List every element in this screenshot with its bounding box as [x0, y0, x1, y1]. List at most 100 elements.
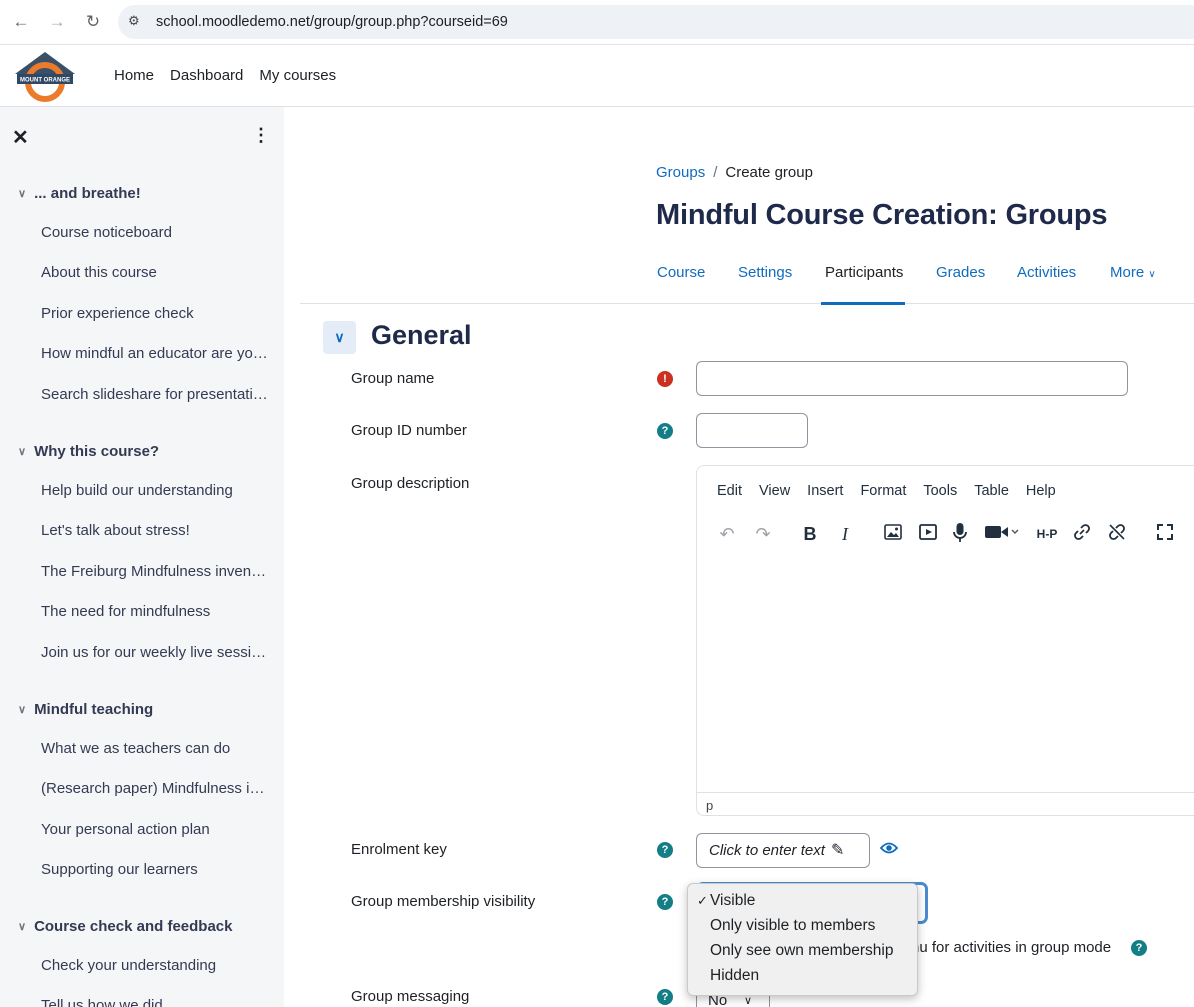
reload-icon[interactable]: ↻	[82, 11, 104, 33]
section-course-check[interactable]: ∨ Course check and feedback	[18, 918, 232, 935]
drawer-item[interactable]: Course noticeboard	[41, 224, 269, 241]
option-only-see-own-membership[interactable]: Only see own membership	[688, 938, 917, 963]
tab-course[interactable]: Course	[657, 264, 705, 281]
group-messaging-label: Group messaging	[351, 988, 470, 1005]
drawer-item[interactable]: Join us for our weekly live sessions	[41, 644, 269, 661]
tab-participants[interactable]: Participants	[825, 264, 903, 281]
chevron-down-icon[interactable]: ∨	[18, 920, 26, 933]
fullscreen-icon[interactable]	[1153, 522, 1177, 546]
drawer-item[interactable]: What we as teachers can do	[41, 740, 269, 757]
nav-my-courses[interactable]: My courses	[259, 67, 336, 84]
unlink-icon[interactable]	[1105, 522, 1129, 546]
breadcrumb-current: Create group	[725, 164, 813, 181]
tab-settings[interactable]: Settings	[738, 264, 792, 281]
drawer-item[interactable]: Let's talk about stress!	[41, 522, 269, 539]
arrow-right-icon[interactable]: →	[46, 11, 68, 33]
image-icon[interactable]	[881, 522, 905, 546]
menu-tools[interactable]: Tools	[923, 483, 957, 499]
italic-icon[interactable]: I	[833, 522, 857, 546]
site-logo[interactable]: MOUNT ORANGE	[11, 50, 79, 102]
pencil-icon[interactable]: ✎	[831, 840, 844, 860]
eye-icon[interactable]	[879, 840, 899, 860]
tab-activities[interactable]: Activities	[1017, 264, 1076, 281]
url-text[interactable]: school.moodledemo.net/group/group.php?co…	[156, 14, 508, 30]
group-id-input[interactable]	[696, 413, 808, 448]
section-mindful-teaching[interactable]: ∨ Mindful teaching	[18, 701, 153, 718]
drawer-item[interactable]: How mindful an educator are you?	[41, 345, 269, 362]
chevron-down-icon[interactable]: ∨	[18, 187, 26, 200]
site-settings-icon[interactable]: ⚙	[128, 13, 146, 31]
nav-home[interactable]: Home	[114, 67, 154, 84]
section-and-breathe[interactable]: ∨... and breathe!	[18, 185, 141, 202]
site-header: MOUNT ORANGE Home Dashboard My courses	[0, 45, 1194, 107]
drawer-item[interactable]: Help build our understanding	[41, 482, 269, 499]
drawer-item[interactable]: Tell us how we did	[41, 997, 269, 1007]
membership-visibility-label: Group membership visibility	[351, 893, 536, 910]
drawer-item[interactable]: (Research paper) Mindfulness in educatio…	[41, 780, 269, 797]
required-icon[interactable]: !	[657, 371, 673, 387]
visibility-dropdown-list: ✓ Visible Only visible to members Only se…	[687, 883, 918, 996]
browser-toolbar: ← → ↻ ⚙ school.moodledemo.net/group/grou…	[0, 0, 1194, 45]
drawer-item[interactable]: The Freiburg Mindfulness inventory	[41, 563, 269, 580]
check-icon: ✓	[697, 893, 708, 908]
menu-view[interactable]: View	[759, 483, 790, 499]
undo-icon[interactable]: ↶	[715, 522, 739, 546]
help-icon[interactable]: ?	[1131, 940, 1147, 956]
bold-icon[interactable]: B	[798, 522, 822, 546]
menu-insert[interactable]: Insert	[807, 483, 843, 499]
help-icon[interactable]: ?	[657, 842, 673, 858]
menu-help[interactable]: Help	[1026, 483, 1056, 499]
breadcrumb-separator: /	[713, 164, 718, 181]
rich-text-editor[interactable]: Edit View Insert Format Tools Table Help…	[696, 465, 1194, 816]
enrolment-key-input[interactable]: Click to enter text ✎	[696, 833, 870, 868]
editor-statusbar: p	[697, 792, 1194, 817]
editor-menubar: Edit View Insert Format Tools Table Help	[717, 483, 1056, 499]
menu-table[interactable]: Table	[974, 483, 1009, 499]
collapse-section-button[interactable]: ∨	[323, 321, 356, 354]
drawer-item[interactable]: The need for mindfulness	[41, 603, 269, 620]
close-icon[interactable]: ✕	[12, 125, 29, 150]
link-icon[interactable]	[1070, 522, 1094, 546]
group-name-input[interactable]	[696, 361, 1128, 396]
microphone-icon[interactable]	[948, 522, 972, 546]
group-name-label: Group name	[351, 370, 435, 387]
option-only-visible-to-members[interactable]: Only visible to members	[688, 913, 917, 938]
element-path[interactable]: p	[706, 798, 713, 813]
menu-edit[interactable]: Edit	[717, 483, 742, 499]
help-icon[interactable]: ?	[657, 423, 673, 439]
nav-dashboard[interactable]: Dashboard	[170, 67, 243, 84]
video-camera-icon[interactable]	[984, 522, 1024, 546]
enrolment-key-label: Enrolment key	[351, 841, 447, 858]
course-index-drawer: ✕ ⋮ ∨... and breathe! Course noticeboard…	[0, 107, 284, 1007]
breadcrumb: Groups / Create group	[656, 164, 813, 181]
option-visible[interactable]: ✓ Visible	[688, 888, 917, 913]
help-icon[interactable]: ?	[657, 894, 673, 910]
redo-icon[interactable]: ↷	[751, 522, 775, 546]
h5p-icon[interactable]: H-P	[1033, 522, 1061, 546]
page-title: Mindful Course Creation: Groups	[656, 199, 1108, 231]
drawer-item[interactable]: Search slideshare for presentations	[41, 386, 269, 403]
chevron-down-icon[interactable]: ∨	[18, 703, 26, 716]
media-icon[interactable]	[916, 522, 940, 546]
breadcrumb-groups[interactable]: Groups	[656, 164, 705, 181]
arrow-left-icon[interactable]: ←	[10, 11, 32, 33]
drawer-item[interactable]: Supporting our learners	[41, 861, 269, 878]
main-content: Groups / Create group Mindful Course Cre…	[284, 107, 1194, 1007]
tab-more[interactable]: More ∨	[1110, 264, 1156, 281]
chevron-down-icon[interactable]: ∨	[18, 445, 26, 458]
option-hidden[interactable]: Hidden	[688, 963, 917, 988]
drawer-item[interactable]: About this course	[41, 264, 269, 281]
drawer-item[interactable]: Your personal action plan	[41, 821, 269, 838]
active-tab-indicator	[821, 302, 905, 305]
more-options-icon[interactable]: ⋮	[252, 125, 270, 146]
drawer-item[interactable]: Check your understanding	[41, 957, 269, 974]
menu-format[interactable]: Format	[860, 483, 906, 499]
secondary-navigation: Course Settings Participants Grades Acti…	[300, 254, 1194, 304]
tab-grades[interactable]: Grades	[936, 264, 985, 281]
drawer-item[interactable]: Prior experience check	[41, 305, 269, 322]
section-why-this-course[interactable]: ∨ Why this course?	[18, 443, 159, 460]
section-general-title: General	[371, 320, 472, 350]
address-bar[interactable]: ⚙ school.moodledemo.net/group/group.php?…	[118, 5, 1194, 39]
help-icon[interactable]: ?	[657, 989, 673, 1005]
group-id-label: Group ID number	[351, 422, 467, 439]
